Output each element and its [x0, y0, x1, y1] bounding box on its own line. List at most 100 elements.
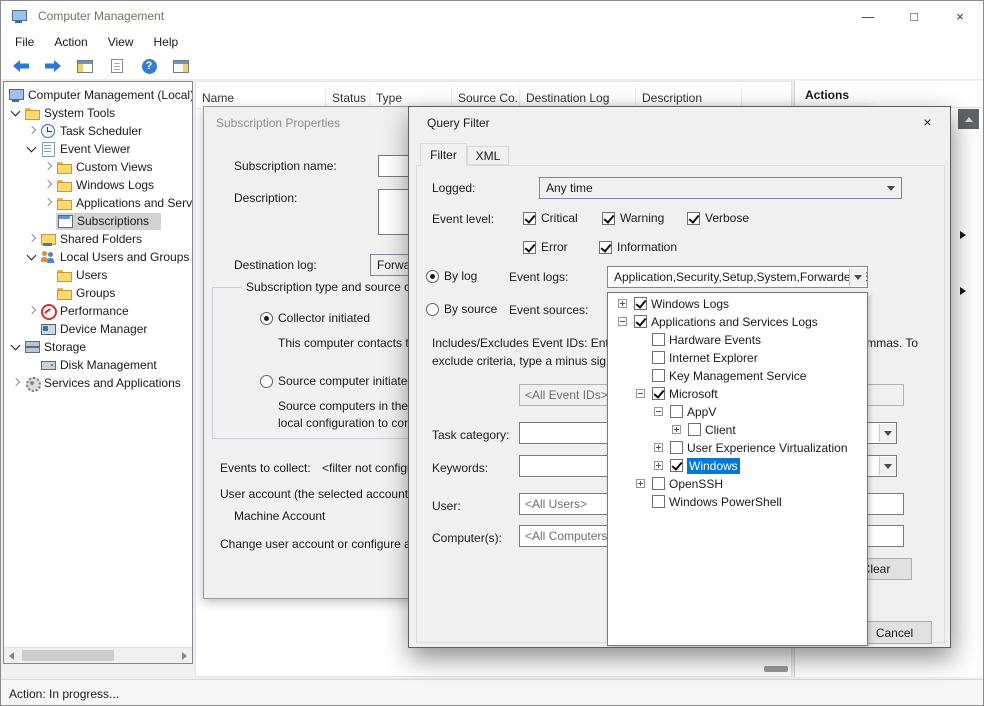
log-tree-item-internet-explorer[interactable]: Internet Explorer: [608, 349, 867, 367]
task-category-dropdown-button[interactable]: [879, 424, 896, 442]
scroll-right-icon[interactable]: [182, 652, 187, 660]
tab-xml[interactable]: XML: [467, 146, 509, 165]
tree-item-custom-views[interactable]: Custom Views: [4, 158, 192, 176]
collapse-minus-icon[interactable]: [636, 389, 645, 398]
minimize-button[interactable]: —: [845, 1, 891, 31]
combo-dropdown-button[interactable]: [849, 268, 866, 286]
log-tree-item-windows-logs[interactable]: Windows Logs: [608, 295, 867, 313]
show-console-tree-button[interactable]: [73, 55, 97, 77]
tree-item-event-viewer[interactable]: Event Viewer: [4, 140, 192, 158]
collapse-minus-icon[interactable]: [654, 407, 663, 416]
tree-item-applications-and-services-logs[interactable]: Applications and Services Logs: [4, 194, 192, 212]
back-button[interactable]: [9, 55, 33, 77]
console-tree-hscrollbar[interactable]: [4, 647, 192, 663]
action-group-expand-icon[interactable]: [960, 231, 966, 239]
expand-plus-icon[interactable]: [636, 479, 645, 488]
list-hscrollbar-thumb[interactable]: [764, 666, 788, 672]
action-group-expand-icon[interactable]: [960, 287, 966, 295]
checkbox-checked-icon[interactable]: [523, 241, 536, 254]
tree-item-disk-management[interactable]: Disk Management: [4, 356, 192, 374]
forward-button[interactable]: [41, 55, 65, 77]
checkbox-checked-icon[interactable]: [523, 212, 536, 225]
chevron-right-icon[interactable]: [24, 123, 40, 139]
expand-plus-icon[interactable]: [618, 299, 627, 308]
log-tree-item-windows-powershell[interactable]: Windows PowerShell: [608, 493, 867, 511]
tree-item-task-scheduler[interactable]: Task Scheduler: [4, 122, 192, 140]
by-source-radio[interactable]: By source: [426, 302, 497, 316]
chevron-right-icon[interactable]: [40, 159, 56, 175]
log-tree-item-microsoft[interactable]: Microsoft: [608, 385, 867, 403]
hscrollbar-thumb[interactable]: [22, 650, 114, 661]
help-button[interactable]: [137, 55, 161, 77]
tree-item-performance[interactable]: Performance: [4, 302, 192, 320]
checkbox-checked-icon[interactable]: [670, 459, 683, 472]
tree-item-subscriptions[interactable]: Subscriptions: [4, 212, 192, 230]
menu-help[interactable]: Help: [144, 32, 189, 52]
chevron-right-icon[interactable]: [8, 375, 24, 391]
chevron-down-icon[interactable]: [8, 339, 24, 355]
collector-initiated-radio[interactable]: Collector initiated: [260, 311, 370, 325]
expand-plus-icon[interactable]: [672, 425, 681, 434]
maximize-button[interactable]: □: [891, 1, 937, 31]
actions-scroll-up-button[interactable]: [958, 109, 979, 129]
tree-item-system-tools[interactable]: System Tools: [4, 104, 192, 122]
tree-item-services-and-applications[interactable]: Services and Applications: [4, 374, 192, 392]
checkbox-unchecked-icon[interactable]: [652, 495, 665, 508]
menu-action[interactable]: Action: [44, 32, 97, 52]
expand-plus-icon[interactable]: [654, 443, 663, 452]
tree-item-local-users-and-groups[interactable]: Local Users and Groups: [4, 248, 192, 266]
checkbox-unchecked-icon[interactable]: [652, 477, 665, 490]
event-logs-combo[interactable]: Application,Security,Setup,System,Forwar…: [607, 266, 868, 288]
checkbox-unchecked-icon[interactable]: [688, 423, 701, 436]
log-tree-item-appv[interactable]: AppV: [608, 403, 867, 421]
verbose-checkbox[interactable]: Verbose: [687, 211, 749, 225]
log-tree-item-windows[interactable]: Windows: [608, 457, 867, 475]
log-tree-item-client[interactable]: Client: [608, 421, 867, 439]
tree-item-groups[interactable]: Groups: [4, 284, 192, 302]
tree-item-device-manager[interactable]: Device Manager: [4, 320, 192, 338]
log-tree-item-applications-and-services-logs[interactable]: Applications and Services Logs: [608, 313, 867, 331]
checkbox-unchecked-icon[interactable]: [670, 405, 683, 418]
radio-selected-icon[interactable]: [260, 312, 273, 325]
radio-selected-icon[interactable]: [426, 270, 439, 283]
keywords-dropdown-button[interactable]: [879, 457, 896, 475]
logged-combo[interactable]: Any time: [539, 177, 902, 199]
information-checkbox[interactable]: Information: [599, 240, 677, 254]
close-button[interactable]: ×: [937, 1, 983, 31]
tree-item-shared-folders[interactable]: Shared Folders: [4, 230, 192, 248]
checkbox-checked-icon[interactable]: [634, 297, 647, 310]
radio-unselected-icon[interactable]: [260, 375, 273, 388]
scroll-left-icon[interactable]: [9, 652, 14, 660]
critical-checkbox[interactable]: Critical: [523, 211, 578, 225]
dialog-close-button[interactable]: ×: [905, 107, 950, 136]
chevron-down-icon[interactable]: [8, 105, 24, 121]
tab-filter[interactable]: Filter: [420, 143, 467, 166]
source-computer-initiated-radio[interactable]: Source computer initiated: [260, 374, 414, 388]
export-list-button[interactable]: [105, 55, 129, 77]
log-tree-item-hardware-events[interactable]: Hardware Events: [608, 331, 867, 349]
log-tree-item-user-experience-virtualization[interactable]: User Experience Virtualization: [608, 439, 867, 457]
log-tree-item-key-management-service[interactable]: Key Management Service: [608, 367, 867, 385]
tree-item-users[interactable]: Users: [4, 266, 192, 284]
by-log-radio[interactable]: By log: [426, 269, 477, 283]
checkbox-unchecked-icon[interactable]: [652, 369, 665, 382]
chevron-right-icon[interactable]: [40, 195, 56, 211]
chevron-right-icon[interactable]: [24, 303, 40, 319]
warning-checkbox[interactable]: Warning: [602, 211, 664, 225]
expand-plus-icon[interactable]: [654, 461, 663, 470]
log-tree-item-openssh[interactable]: OpenSSH: [608, 475, 867, 493]
error-checkbox[interactable]: Error: [523, 240, 568, 254]
checkbox-checked-icon[interactable]: [599, 241, 612, 254]
checkbox-checked-icon[interactable]: [634, 315, 647, 328]
checkbox-checked-icon[interactable]: [652, 387, 665, 400]
chevron-down-icon[interactable]: [24, 141, 40, 157]
menu-file[interactable]: File: [5, 32, 44, 52]
collapse-minus-icon[interactable]: [618, 317, 627, 326]
menu-view[interactable]: View: [98, 32, 144, 52]
tree-item-windows-logs[interactable]: Windows Logs: [4, 176, 192, 194]
checkbox-unchecked-icon[interactable]: [670, 441, 683, 454]
tree-item-computer-management[interactable]: Computer Management (Local): [4, 86, 192, 104]
show-action-pane-button[interactable]: [169, 55, 193, 77]
checkbox-unchecked-icon[interactable]: [652, 351, 665, 364]
checkbox-checked-icon[interactable]: [687, 212, 700, 225]
